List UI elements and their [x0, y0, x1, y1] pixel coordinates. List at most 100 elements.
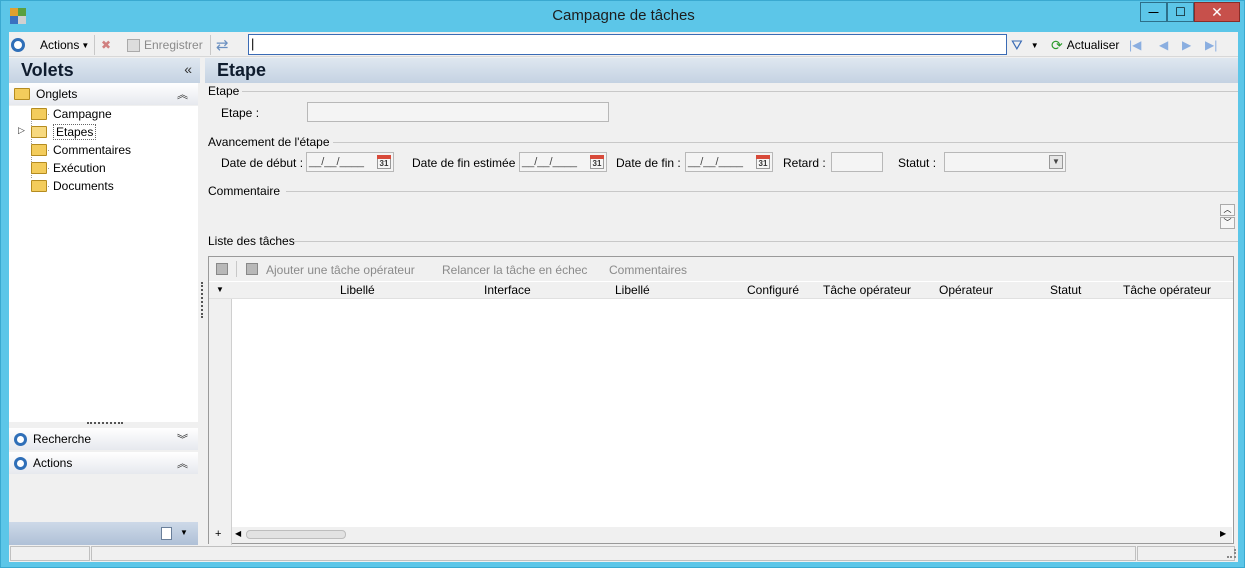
actions-menu-button[interactable]: Actions ▼ — [40, 36, 89, 54]
window: Campagne de tâches — ☐ ✕ Actions ▼ ✖ Enre… — [0, 0, 1245, 568]
column-header[interactable]: Libellé — [615, 283, 650, 297]
tree-item-execution[interactable]: Exécution — [31, 160, 106, 176]
sidebar: Volets « Onglets ︽ Campagne ▷ Etapes Com… — [9, 58, 200, 546]
add-task-button[interactable]: Ajouter une tâche opérateur — [266, 263, 415, 277]
dropdown-arrow-icon: ▼ — [81, 40, 90, 50]
section-divider — [286, 191, 1238, 192]
status-cell — [10, 546, 90, 561]
main-toolbar: Actions ▼ ✖ Enregistrer ⇄ | ⛛ ▼ ⟳ Actualise… — [9, 32, 1238, 57]
maximize-button[interactable]: ☐ — [1167, 2, 1194, 22]
onglets-label: Onglets — [36, 87, 78, 101]
date-fin-field[interactable]: __/__/____ 31 — [685, 152, 773, 172]
previous-record-button[interactable]: ◀ — [1159, 36, 1168, 54]
onglets-group-header[interactable]: Onglets ︽ — [9, 83, 198, 105]
toolbar-separator — [210, 35, 211, 55]
document-icon[interactable] — [161, 527, 172, 540]
section-divider — [294, 241, 1238, 242]
expand-arrow-icon[interactable]: ▷ — [18, 125, 25, 136]
column-header[interactable]: Configuré — [747, 283, 799, 297]
date-fin-estimee-field[interactable]: __/__/____ 31 — [519, 152, 607, 172]
actions-group-header[interactable]: Actions ︽ — [9, 452, 198, 474]
page-title: Etape — [217, 60, 267, 80]
tabs-tree: Campagne ▷ Etapes Commentaires Exécution… — [9, 106, 198, 422]
search-input-value: | — [251, 36, 255, 51]
column-header[interactable]: Tâche opérateur — [1123, 283, 1211, 297]
close-button[interactable]: ✕ — [1194, 2, 1240, 22]
vertical-splitter[interactable] — [201, 282, 203, 318]
etape-field[interactable] — [307, 102, 609, 122]
filter-button[interactable]: ⛛ ▼ — [1011, 36, 1039, 54]
minimize-button[interactable]: — — [1140, 2, 1167, 22]
open-folder-icon — [31, 126, 47, 138]
collapse-sidebar-button[interactable]: « — [184, 61, 192, 77]
scroll-left-icon[interactable]: ◀ — [235, 529, 241, 538]
statut-select[interactable]: ▼ — [944, 152, 1066, 172]
sidebar-title: Volets — [21, 60, 74, 80]
calendar-icon[interactable]: 31 — [756, 155, 770, 169]
calendar-icon[interactable]: 31 — [377, 155, 391, 169]
sidebar-bottom-bar: ▼ — [9, 522, 198, 546]
collapse-up-icon: ︽ — [177, 458, 188, 470]
statut-label: Statut : — [898, 156, 937, 170]
grid-toolbar: Ajouter une tâche opérateur Relancer la … — [209, 257, 1233, 281]
last-icon: ▶| — [1205, 38, 1218, 52]
comment-scroll-up[interactable]: ︿ — [1220, 204, 1235, 216]
column-header[interactable]: Interface — [484, 283, 531, 297]
date-debut-field[interactable]: __/__/____ 31 — [306, 152, 394, 172]
delete-button[interactable]: ✖ — [101, 36, 111, 54]
tree-item-documents[interactable]: Documents — [31, 178, 114, 194]
last-record-button[interactable]: ▶| — [1205, 36, 1217, 54]
status-cell — [91, 546, 1136, 561]
tree-item-etapes[interactable]: Etapes — [31, 124, 97, 140]
comment-scroll-down[interactable]: ﹀ — [1220, 217, 1235, 229]
next-record-button[interactable]: ▶ — [1182, 36, 1191, 54]
avancement-section-title: Avancement de l'étape — [208, 135, 330, 149]
save-label: Enregistrer — [144, 38, 203, 52]
search-input[interactable]: | — [248, 34, 1007, 55]
ring-icon — [11, 38, 25, 52]
dropdown-arrow-icon[interactable]: ▼ — [180, 528, 188, 537]
tree-item-label: Documents — [53, 179, 114, 193]
options-ring-button[interactable] — [11, 36, 25, 54]
recherche-group-header[interactable]: Recherche ︾ — [9, 428, 198, 450]
ring-icon — [14, 432, 27, 446]
calendar-icon[interactable]: 31 — [590, 155, 604, 169]
status-cell — [1137, 546, 1235, 561]
grid-options-icon[interactable] — [216, 263, 228, 275]
section-divider — [333, 142, 1238, 143]
add-row-icon[interactable]: + — [215, 528, 221, 540]
retard-label: Retard : — [783, 156, 826, 170]
retry-task-button[interactable]: Relancer la tâche en échec — [442, 263, 587, 277]
scroll-thumb[interactable] — [246, 530, 346, 539]
tree-item-commentaires[interactable]: Commentaires — [31, 142, 131, 158]
date-fin-value: __/__/____ — [688, 156, 744, 168]
sync-button[interactable]: ⇄ — [216, 36, 229, 54]
refresh-button[interactable]: ⟳ Actualiser — [1051, 36, 1119, 54]
refresh-label: Actualiser — [1066, 38, 1120, 52]
panel-splitter[interactable] — [87, 422, 123, 424]
comments-button[interactable]: Commentaires — [609, 263, 687, 277]
title-bar: Campagne de tâches — ☐ ✕ — [1, 1, 1245, 31]
chevron-down-icon[interactable]: ▼ — [1049, 155, 1063, 169]
tree-item-label: Exécution — [53, 161, 106, 175]
next-icon: ▶ — [1182, 38, 1192, 52]
save-button[interactable]: Enregistrer — [127, 36, 203, 54]
column-header[interactable]: Opérateur — [939, 283, 993, 297]
resize-grip-icon[interactable] — [1227, 549, 1236, 558]
column-header[interactable]: Statut — [1050, 283, 1081, 297]
actions-label: Actions — [33, 456, 73, 470]
tree-item-label: Commentaires — [53, 143, 132, 157]
column-header[interactable]: Libellé — [340, 283, 375, 297]
retard-field[interactable] — [831, 152, 883, 172]
column-chooser-icon[interactable]: ▼ — [216, 285, 224, 294]
sync-icon: ⇄ — [216, 37, 229, 54]
column-header[interactable]: Tâche opérateur — [823, 283, 911, 297]
tree-item-campagne[interactable]: Campagne — [31, 106, 112, 122]
main-header: Etape — [205, 58, 1238, 83]
previous-icon: ◀ — [1159, 38, 1169, 52]
tree-item-label: Etapes — [53, 124, 97, 140]
scroll-right-icon[interactable]: ▶ — [1220, 529, 1226, 538]
date-debut-value: __/__/____ — [309, 156, 365, 168]
horizontal-scrollbar[interactable]: + ◀ ▶ — [215, 527, 1232, 543]
first-record-button[interactable]: |◀ — [1129, 36, 1141, 54]
